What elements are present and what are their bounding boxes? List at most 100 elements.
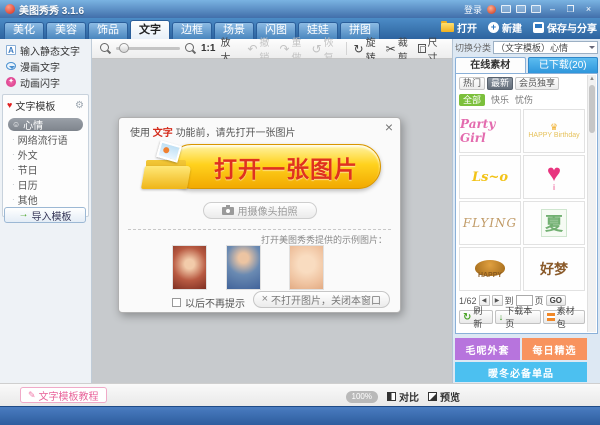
banner-winter-items[interactable]: 暖冬必备单品 [455, 362, 587, 382]
download-arrow-icon: ↓ [499, 313, 504, 322]
heart-stem-icon: i [553, 185, 555, 191]
category-netslang[interactable]: ·网络流行语 [8, 133, 83, 146]
material-panel: 切换分类 （文字模板）心情 在线素材 已下载(20) 热门 最新 会员独享 全部… [452, 39, 600, 383]
save-share-button[interactable]: 保存与分享 [533, 20, 597, 35]
open-button[interactable]: 打开 [441, 20, 477, 35]
preview-button[interactable]: 预览 [428, 389, 460, 404]
tab-decorate[interactable]: 饰品 [88, 22, 128, 39]
camera-capture-button[interactable]: 用摄像头拍照 [203, 202, 317, 219]
dialog-close-icon[interactable]: × [385, 120, 393, 134]
skin-icon[interactable] [516, 5, 526, 13]
avatar-icon[interactable] [487, 5, 496, 14]
material-thumb-dream[interactable]: 好梦 [523, 247, 585, 291]
dialog-divider [128, 229, 391, 230]
scrollbar-thumb[interactable] [589, 85, 595, 133]
material-thumb-script[interactable]: Ls~o [459, 155, 521, 199]
tag-happy[interactable]: 快乐 [491, 93, 509, 106]
material-thumb-heart[interactable]: ♥ i [523, 155, 585, 199]
zoom-slider[interactable] [116, 47, 180, 50]
tab-frame[interactable]: 边框 [172, 22, 212, 39]
package-icon [547, 313, 554, 321]
dialog-header: 使用 文字 功能前，请先打开一张图片 [130, 124, 296, 139]
import-arrow-icon: → [19, 210, 29, 220]
filter-vip[interactable]: 会员独享 [515, 77, 559, 90]
category-switch-label: 切换分类 [455, 41, 491, 54]
material-pack-button[interactable]: 素材包 [543, 310, 585, 324]
settings-icon[interactable] [531, 5, 541, 13]
material-thumb-party-girl[interactable]: Party Girl [459, 109, 521, 153]
dont-remind-checkbox[interactable]: 以后不再提示 [172, 295, 245, 310]
material-thumb-summer[interactable]: 夏 [523, 201, 585, 245]
tab-beautify[interactable]: 美化 [4, 22, 44, 39]
material-scrollbar[interactable]: ▲ [587, 75, 596, 332]
restore-icon: ↺ [312, 44, 322, 54]
crop-scissors-icon: ✂ [386, 44, 396, 54]
mood-icon: ☺ [12, 120, 20, 129]
template-tutorial-button[interactable]: ✎ 文字模板教程 [20, 387, 107, 403]
tab-online-materials[interactable]: 在线素材 [455, 57, 526, 73]
checkbox-icon[interactable] [172, 298, 181, 307]
tab-text[interactable]: 文字 [130, 20, 170, 39]
filter-newest[interactable]: 最新 [487, 77, 513, 90]
minimize-button[interactable]: – [546, 4, 559, 15]
heart-icon: ♥ [7, 101, 12, 110]
open-folder-icon [441, 23, 454, 32]
material-thumb-birthday[interactable]: ♛ HAPPY Birthday [523, 109, 585, 153]
crown-icon: ♛ [550, 123, 558, 132]
compare-button[interactable]: 对比 [387, 389, 419, 404]
flash-text-tool[interactable]: ✦ 动画闪字 [0, 74, 91, 90]
material-thumb-hedgehog[interactable]: HAPPY [459, 247, 521, 291]
import-template-button[interactable]: → 导入模板 [4, 207, 86, 223]
banner-daily-picks[interactable]: 每日精选 [522, 338, 587, 360]
titlebar: 美图秀秀 3.1.6 登录 – ❐ × [0, 0, 600, 18]
banner-coat[interactable]: 毛呢外套 [455, 338, 520, 360]
filter-hot[interactable]: 热门 [459, 77, 485, 90]
login-link[interactable]: 登录 [464, 3, 482, 16]
tab-downloaded[interactable]: 已下载(20) [528, 57, 599, 73]
preview-icon [428, 392, 437, 401]
category-mood[interactable]: ☺ 心情 [8, 118, 83, 131]
feedback-icon[interactable] [501, 5, 511, 13]
camera-icon [222, 207, 234, 215]
download-page-button[interactable]: ↓ 下载本页 [495, 310, 542, 324]
zoom-in-icon[interactable] [185, 43, 196, 54]
bottom-strip [0, 406, 600, 425]
sample-photo-2[interactable] [226, 245, 261, 290]
tag-all[interactable]: 全部 [459, 94, 485, 106]
speech-bubble-icon [6, 62, 16, 70]
zoom-out-icon[interactable] [100, 43, 111, 54]
category-foreign[interactable]: ·外文 [8, 148, 83, 161]
open-image-button[interactable]: 打开一张图片 [143, 141, 381, 193]
dialog-dismiss-button[interactable]: × 不打开图片，关闭本窗口 [253, 291, 390, 308]
category-calendar[interactable]: ·日历 [8, 178, 83, 191]
material-thumb-flying[interactable]: FLYING [459, 201, 521, 245]
static-text-tool[interactable]: A 输入静态文字 [0, 42, 91, 58]
category-dropdown[interactable]: （文字模板）心情 [493, 41, 598, 54]
close-button[interactable]: × [582, 4, 595, 15]
scroll-up-icon[interactable]: ▲ [588, 75, 596, 84]
flash-star-icon: ✦ [6, 77, 16, 87]
refresh-button[interactable]: ↻ 刷新 [459, 310, 493, 324]
left-sidebar: A 输入静态文字 漫画文字 ✦ 动画闪字 ♥ 文字模板 ⚙ ☺ 心情 ·网络流行… [0, 39, 92, 383]
redo-icon: ↷ [279, 44, 289, 54]
category-other[interactable]: ·其他 [8, 193, 83, 206]
category-festival[interactable]: ·节日 [8, 163, 83, 176]
sample-photo-1[interactable] [172, 245, 207, 290]
dismiss-x-icon: × [262, 294, 268, 305]
zoom-ratio-label[interactable]: 1:1 [201, 43, 215, 54]
tag-sad[interactable]: 忧伤 [515, 93, 533, 106]
save-icon [533, 22, 544, 33]
zoom-level-badge: 100% [346, 391, 378, 403]
gear-icon[interactable]: ⚙ [75, 101, 84, 111]
zoom-slider-handle[interactable] [119, 43, 129, 53]
sample-photo-3[interactable] [289, 245, 324, 290]
refresh-icon: ↻ [463, 313, 471, 322]
new-button[interactable]: + 新建 [488, 20, 522, 35]
window-title: 美图秀秀 3.1.6 [19, 2, 84, 17]
maximize-button[interactable]: ❐ [564, 4, 577, 15]
next-page-button[interactable]: ▶ [492, 295, 503, 306]
meitu-window: 美图秀秀 3.1.6 登录 – ❐ × 美化 美容 饰品 文字 边框 场景 闪图… [0, 0, 600, 425]
undo-icon: ↶ [247, 44, 257, 54]
comic-text-tool[interactable]: 漫画文字 [0, 58, 91, 74]
tab-beauty[interactable]: 美容 [46, 22, 86, 39]
